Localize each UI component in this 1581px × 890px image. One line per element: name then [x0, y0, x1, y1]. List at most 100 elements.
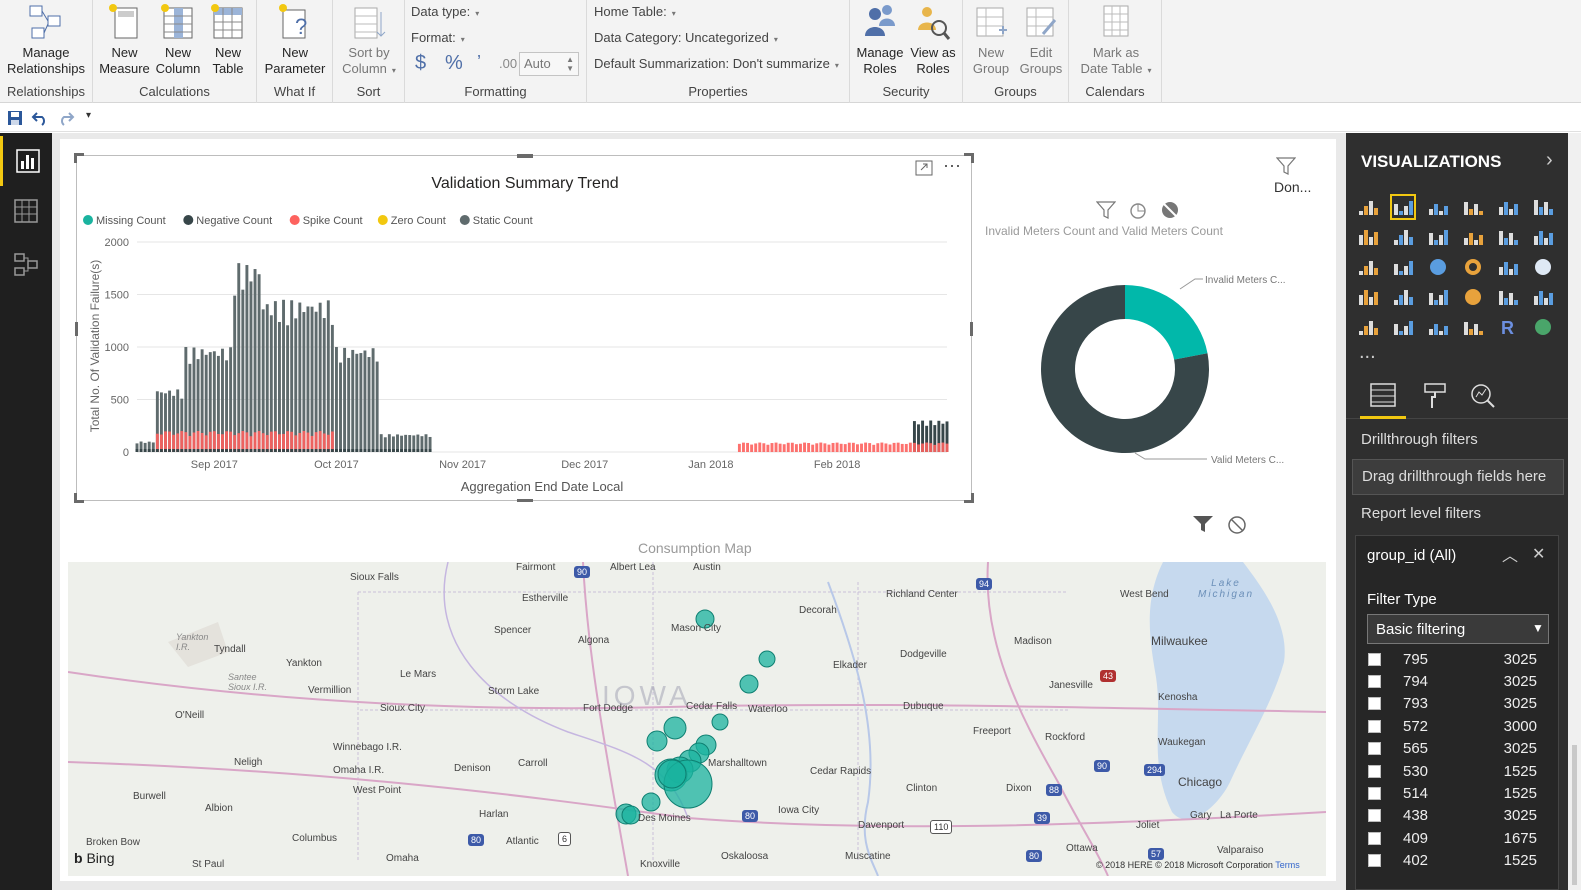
filter-value-row[interactable]: 514 1525: [1356, 782, 1552, 804]
data-type-dropdown[interactable]: Data type: ▾: [411, 4, 479, 19]
slicer-icon[interactable]: [1390, 314, 1416, 340]
filter-value-row[interactable]: 409 1675: [1356, 827, 1552, 849]
groups-group-label: Groups: [994, 84, 1037, 99]
customize-toolbar-icon[interactable]: ▾: [86, 110, 91, 121]
filter-value-row[interactable]: 572 3000: [1356, 715, 1552, 737]
filter-value-row[interactable]: 794 3025: [1356, 670, 1552, 692]
sort-by-column-button[interactable]: Sort by Column ▾: [337, 2, 401, 79]
gauge-icon[interactable]: [1460, 284, 1486, 310]
filter-type-dropdown[interactable]: Basic filtering ▼: [1367, 614, 1549, 644]
collapse-pane-icon[interactable]: ›: [1546, 149, 1553, 172]
validation-summary-trend-visual[interactable]: ⋯ Validation Summary Trend Missing Count…: [74, 153, 974, 503]
kpi-icon[interactable]: [1355, 314, 1381, 340]
filter-icon[interactable]: [1275, 157, 1297, 180]
home-table-dropdown[interactable]: Home Table: ▾: [594, 4, 676, 19]
checkbox[interactable]: [1368, 674, 1381, 688]
new-table-button[interactable]: New Table: [203, 2, 253, 77]
filter-field-name[interactable]: group_id (All): [1367, 547, 1456, 564]
filter-value-row[interactable]: 795 3025: [1356, 648, 1552, 670]
shape-map-icon[interactable]: [1390, 284, 1416, 310]
checkbox[interactable]: [1368, 652, 1381, 666]
no-filter-icon[interactable]: [1160, 201, 1180, 219]
new-column-button[interactable]: New Column: [153, 2, 203, 77]
edit-groups-button[interactable]: Edit Groups: [1017, 2, 1065, 77]
card-icon[interactable]: [1495, 284, 1521, 310]
filter-value-row[interactable]: 530 1525: [1356, 760, 1552, 782]
100-percent-bar-icon[interactable]: [1495, 194, 1521, 220]
r-script-icon[interactable]: R: [1495, 314, 1521, 340]
slicer-glyph: [1394, 321, 1413, 335]
new-parameter-button[interactable]: ? New Parameter: [261, 2, 329, 77]
checkbox[interactable]: [1368, 809, 1381, 823]
map-clear-filter-button[interactable]: [1226, 515, 1248, 540]
checkbox[interactable]: [1368, 854, 1381, 868]
checkbox[interactable]: [1368, 697, 1381, 711]
collapse-filter-icon[interactable]: ︿: [1502, 542, 1518, 566]
decimals-button[interactable]: .00: [499, 56, 517, 71]
100-percent-column-icon[interactable]: [1530, 194, 1556, 220]
mark-as-date-table-button[interactable]: Mark as Date Table ▾: [1073, 2, 1159, 79]
format-dropdown[interactable]: Format: ▾: [411, 30, 465, 45]
line-clustered-column-icon[interactable]: [1495, 224, 1521, 250]
filter-icon[interactable]: [1096, 201, 1116, 219]
checkbox[interactable]: [1368, 764, 1381, 778]
area-chart-icon[interactable]: [1390, 224, 1416, 250]
decimal-places-stepper[interactable]: Auto ▲ ▼: [519, 52, 579, 76]
currency-button[interactable]: $: [415, 52, 426, 75]
view-as-roles-button[interactable]: View as Roles: [907, 2, 959, 77]
donut-icon[interactable]: [1460, 254, 1486, 280]
redo-icon[interactable]: [57, 110, 75, 126]
filter-value-row[interactable]: 565 3025: [1356, 738, 1552, 760]
drillthrough-icon[interactable]: [1128, 201, 1148, 219]
globe-icon[interactable]: [1530, 314, 1556, 340]
filter-value-row[interactable]: 402 1525: [1356, 850, 1552, 872]
more-visuals-button[interactable]: ...: [1359, 341, 1376, 364]
model-view-button[interactable]: [0, 239, 52, 289]
ribbon-chart-icon[interactable]: [1530, 224, 1556, 250]
drillthrough-drop-well[interactable]: Drag drillthrough fields here: [1352, 459, 1564, 495]
data-view-button[interactable]: [0, 186, 52, 236]
scatter-icon[interactable]: [1390, 254, 1416, 280]
waterfall-icon[interactable]: [1355, 254, 1381, 280]
format-tab[interactable]: [1412, 373, 1458, 419]
stacked-column-icon[interactable]: [1390, 194, 1416, 220]
scrollbar-thumb[interactable]: [1572, 745, 1577, 885]
report-view-button[interactable]: [0, 136, 52, 186]
checkbox[interactable]: [1368, 742, 1381, 756]
new-group-button[interactable]: New Group: [967, 2, 1015, 77]
stacked-area-icon[interactable]: [1425, 224, 1451, 250]
treemap-icon[interactable]: [1495, 254, 1521, 280]
checkbox[interactable]: [1368, 719, 1381, 733]
table-icon[interactable]: [1425, 314, 1451, 340]
filter-value-row[interactable]: 438 3025: [1356, 805, 1552, 827]
fields-tab[interactable]: [1360, 373, 1406, 419]
undo-icon[interactable]: [31, 110, 49, 126]
checkbox[interactable]: [1368, 831, 1381, 845]
pie-icon[interactable]: [1425, 254, 1451, 280]
remove-filter-icon[interactable]: ✕: [1532, 544, 1545, 564]
matrix-icon[interactable]: [1460, 314, 1486, 340]
checkbox[interactable]: [1368, 786, 1381, 800]
funnel-icon[interactable]: [1425, 284, 1451, 310]
data-category-dropdown[interactable]: Data Category: Uncategorized ▾: [594, 30, 778, 45]
comma-button[interactable]: ’: [477, 52, 481, 73]
terms-link[interactable]: Terms: [1275, 860, 1300, 870]
clustered-bar-icon[interactable]: [1425, 194, 1451, 220]
clustered-column-icon[interactable]: [1460, 194, 1486, 220]
default-summarization-dropdown[interactable]: Default Summarization: Don't summarize ▾: [594, 56, 839, 71]
percent-button[interactable]: %: [445, 52, 463, 75]
new-measure-button[interactable]: New Measure: [97, 2, 152, 77]
analytics-tab[interactable]: [1460, 373, 1506, 419]
save-icon[interactable]: [7, 110, 23, 126]
line-chart-icon[interactable]: [1355, 224, 1381, 250]
consumption-map[interactable]: Sioux Falls Fairmont Albert Lea Austin E…: [68, 562, 1326, 876]
multi-row-card-icon[interactable]: [1530, 284, 1556, 310]
map-filter-button[interactable]: [1192, 515, 1214, 538]
filter-value-row[interactable]: 793 3025: [1356, 693, 1552, 715]
stacked-bar-icon[interactable]: [1355, 194, 1381, 220]
map-icon[interactable]: [1530, 254, 1556, 280]
manage-relationships-button[interactable]: Manage Relationships: [4, 2, 88, 77]
line-column-icon[interactable]: [1460, 224, 1486, 250]
filled-map-icon[interactable]: [1355, 284, 1381, 310]
manage-roles-button[interactable]: Manage Roles: [853, 2, 907, 77]
